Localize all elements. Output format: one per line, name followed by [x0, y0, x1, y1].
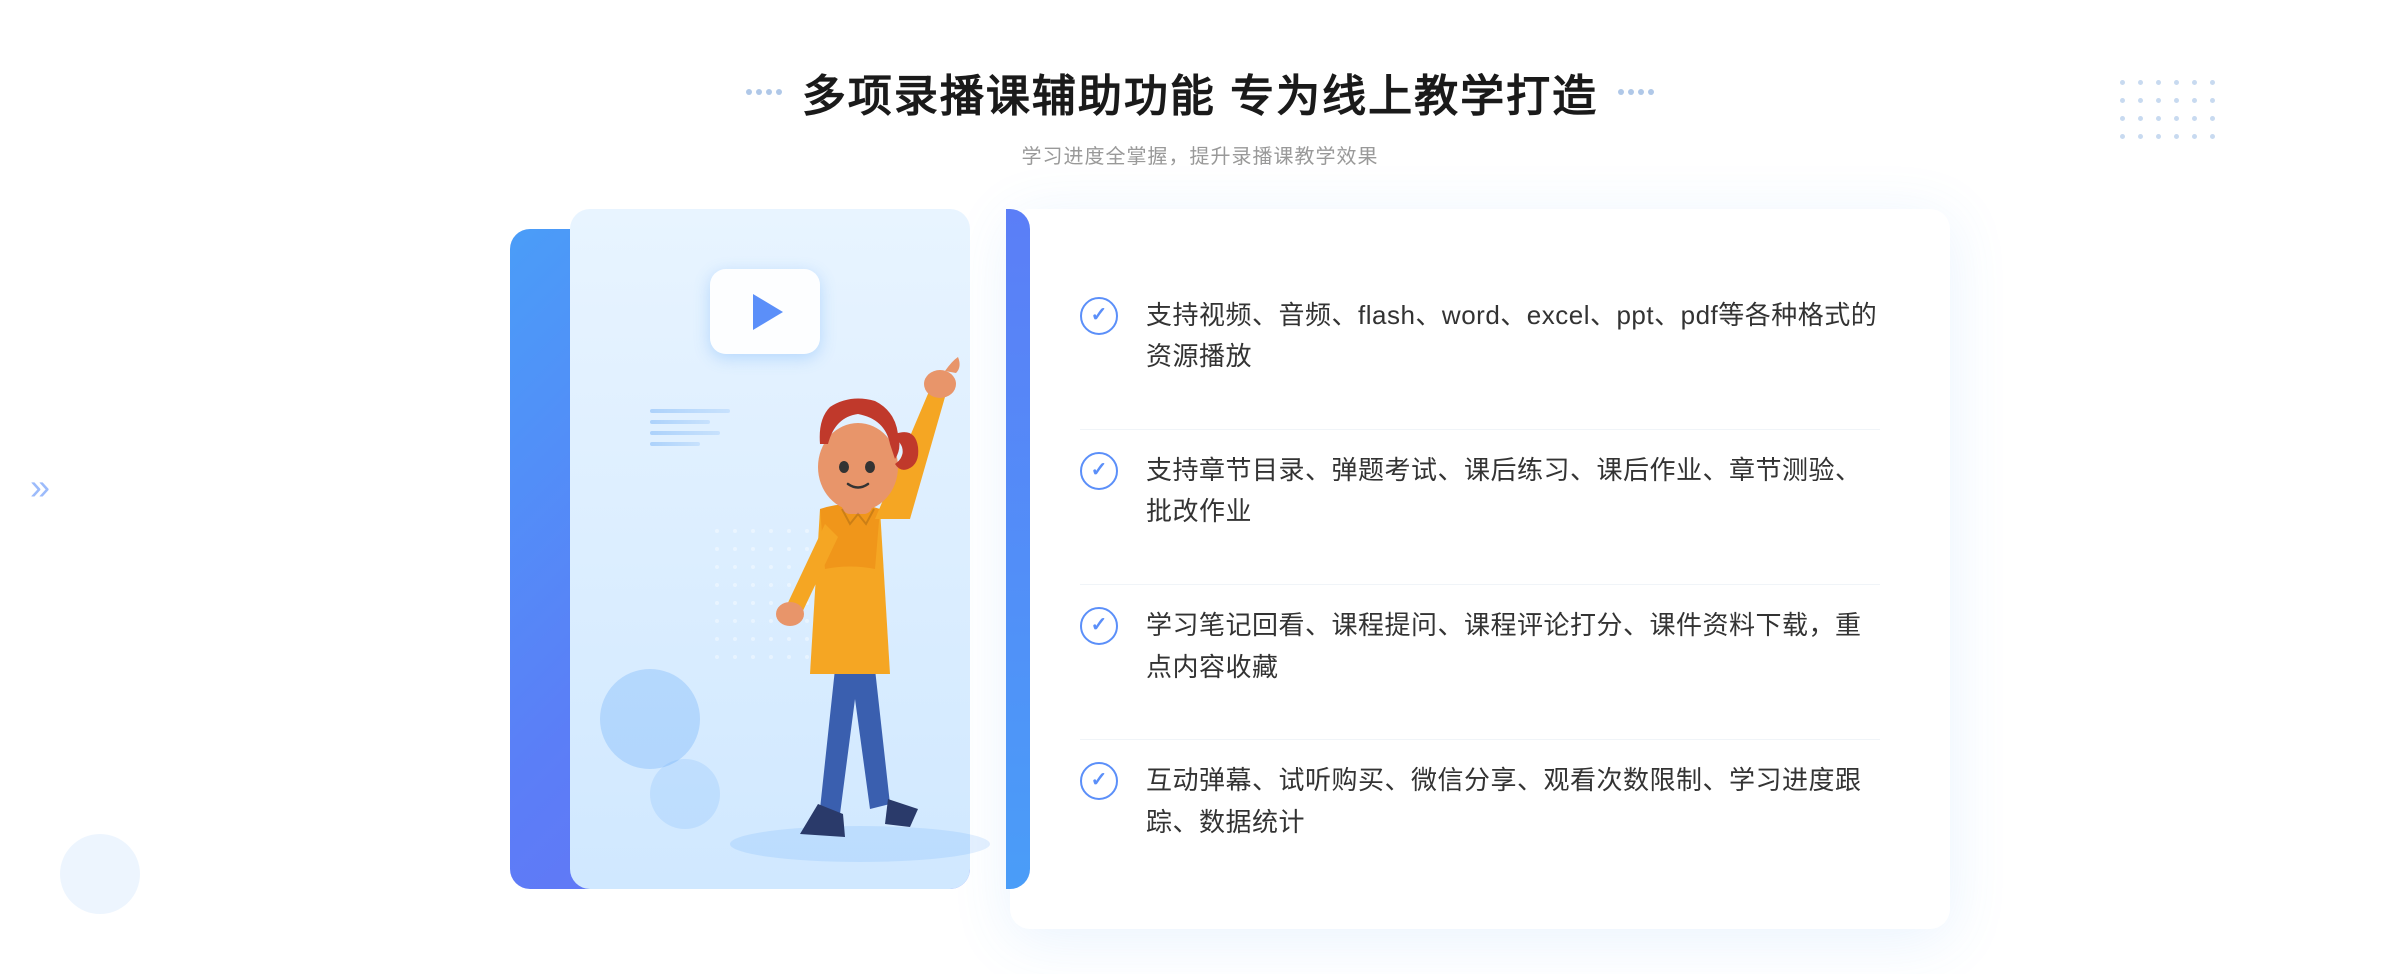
main-content: ✓ 支持视频、音频、flash、word、excel、ppt、pdf等各种格式的… [450, 209, 1950, 929]
illustration-inner-card [570, 209, 970, 889]
check-icon-2: ✓ [1080, 452, 1118, 490]
checkmark-4: ✓ [1091, 770, 1108, 790]
circle-decoration-2 [650, 759, 720, 829]
circle-decoration-1 [600, 669, 700, 769]
header-dots-left [746, 89, 782, 95]
blue-stripe-accent [1006, 209, 1030, 889]
feature-text-3: 学习笔记回看、课程提问、课程评论打分、课件资料下载，重点内容收藏 [1146, 605, 1880, 688]
feature-item-4: ✓ 互动弹幕、试听购买、微信分享、观看次数限制、学习进度跟踪、数据统计 [1080, 739, 1880, 863]
feature-text-4: 互动弹幕、试听购买、微信分享、观看次数限制、学习进度跟踪、数据统计 [1146, 760, 1880, 843]
left-nav-arrow[interactable]: » [30, 466, 50, 508]
check-icon-1: ✓ [1080, 297, 1118, 335]
title-row: 多项录播课辅助功能 专为线上教学打造 [746, 60, 1654, 124]
feature-item-2: ✓ 支持章节目录、弹题考试、课后练习、课后作业、章节测验、批改作业 [1080, 429, 1880, 553]
header-dots-right [1618, 89, 1654, 95]
check-circle-4: ✓ [1080, 762, 1118, 800]
checkmark-2: ✓ [1091, 460, 1108, 480]
check-icon-4: ✓ [1080, 762, 1118, 800]
page-circle-bottom-left [60, 834, 140, 914]
feature-text-2: 支持章节目录、弹题考试、课后练习、课后作业、章节测验、批改作业 [1146, 450, 1880, 533]
illustration-panel [450, 209, 1030, 929]
top-right-dots-decoration [2120, 80, 2220, 144]
person-illustration [690, 289, 1030, 869]
check-circle-3: ✓ [1080, 607, 1118, 645]
page-header: 多项录播课辅助功能 专为线上教学打造 学习进度全掌握，提升录播课教学效果 [746, 60, 1654, 169]
page-subtitle: 学习进度全掌握，提升录播课教学效果 [746, 140, 1654, 169]
checkmark-3: ✓ [1091, 615, 1108, 635]
feature-item-1: ✓ 支持视频、音频、flash、word、excel、ppt、pdf等各种格式的… [1080, 275, 1880, 398]
page-title: 多项录播课辅助功能 专为线上教学打造 [802, 60, 1598, 124]
check-circle-2: ✓ [1080, 452, 1118, 490]
content-panel: ✓ 支持视频、音频、flash、word、excel、ppt、pdf等各种格式的… [1010, 209, 1950, 929]
blue-lines-decoration [650, 409, 730, 446]
feature-text-1: 支持视频、音频、flash、word、excel、ppt、pdf等各种格式的资源… [1146, 295, 1880, 378]
checkmark-1: ✓ [1091, 305, 1108, 325]
check-icon-3: ✓ [1080, 607, 1118, 645]
check-circle-1: ✓ [1080, 297, 1118, 335]
feature-item-3: ✓ 学习笔记回看、课程提问、课程评论打分、课件资料下载，重点内容收藏 [1080, 584, 1880, 708]
page-wrapper: » 多项录播课辅助功能 专为线上教学打造 学习进度全掌握，提升录播课教学效果 [0, 0, 2400, 974]
